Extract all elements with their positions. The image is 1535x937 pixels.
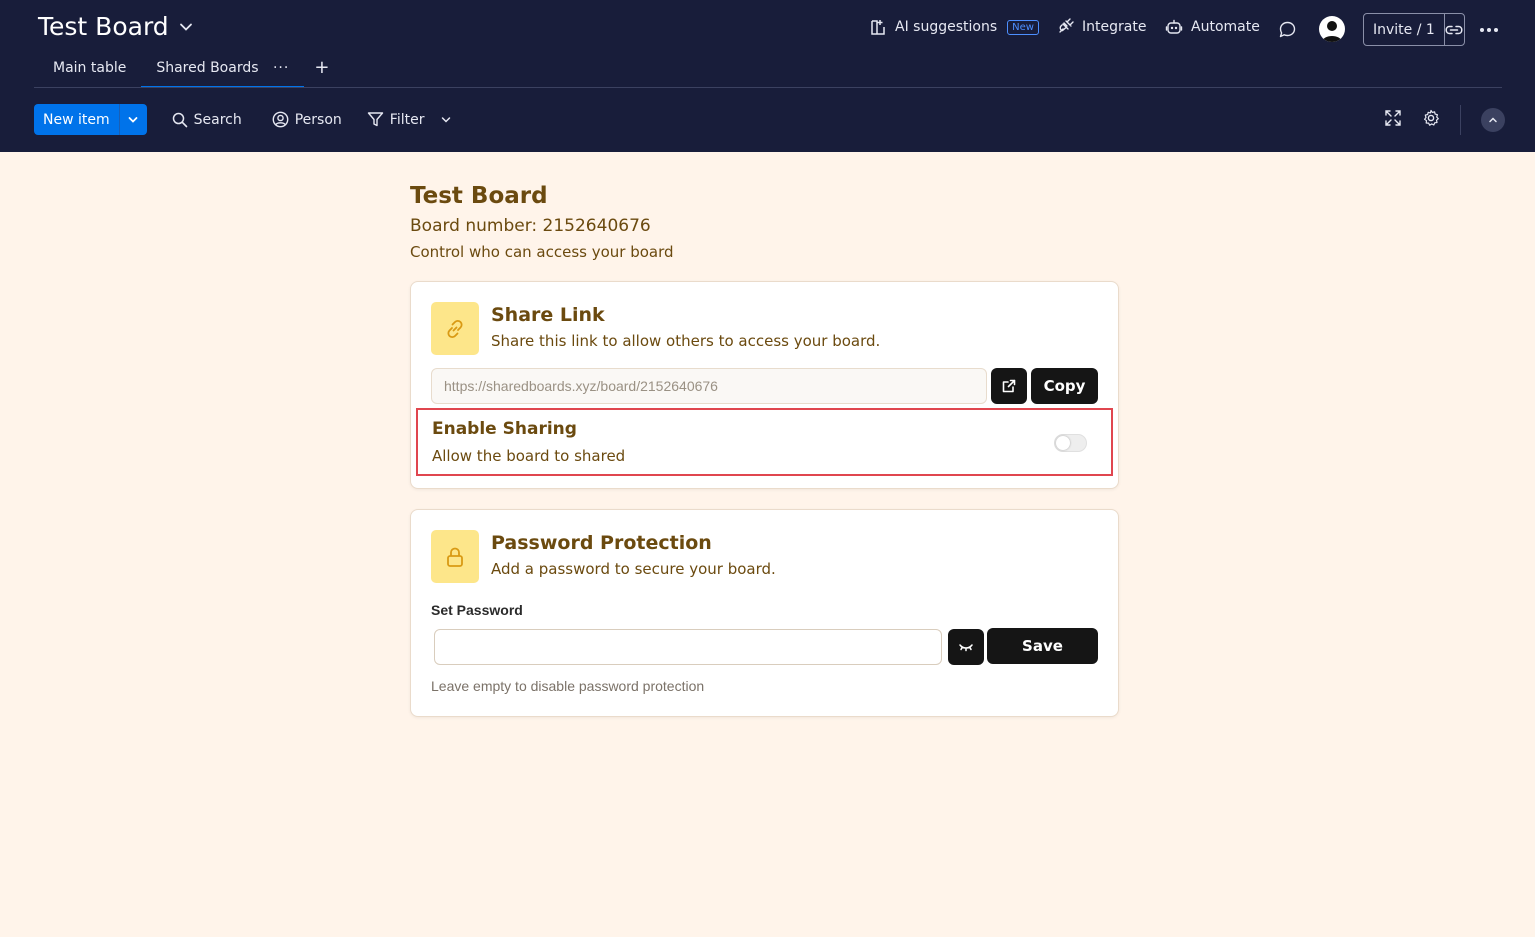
lock-icon xyxy=(447,547,463,567)
more-options-button[interactable] xyxy=(1477,20,1501,40)
avatar[interactable] xyxy=(1319,16,1345,42)
share-link-field[interactable]: https://sharedboards.xyz/board/215264067… xyxy=(431,368,987,404)
search-button[interactable]: Search xyxy=(172,112,242,128)
user-icon xyxy=(1322,21,1342,42)
new-item-dropdown[interactable] xyxy=(118,104,147,135)
filter-button[interactable]: Filter xyxy=(367,111,453,128)
password-hint: Leave empty to disable password protecti… xyxy=(431,678,705,694)
more-horizontal-icon xyxy=(1480,28,1498,32)
toggle-password-visibility-button[interactable] xyxy=(948,629,984,665)
chevron-down-icon xyxy=(128,116,138,123)
view-tabs: Main table Shared Boards ··· + xyxy=(38,58,329,88)
enable-sharing-toggle[interactable] xyxy=(1054,434,1087,452)
password-protection-title: Password Protection xyxy=(491,532,712,554)
tabs-divider xyxy=(34,87,1502,88)
plug-icon xyxy=(1059,18,1074,33)
chevron-up-icon xyxy=(1489,116,1497,122)
share-link-subtitle: Share this link to allow others to acces… xyxy=(491,332,881,350)
enable-sharing-title: Enable Sharing xyxy=(432,419,577,439)
invite-group: Invite / 1 xyxy=(1363,13,1465,46)
share-icon-tile xyxy=(431,302,479,355)
robot-icon xyxy=(1165,19,1183,34)
new-badge: New xyxy=(1007,19,1039,35)
filter-label: Filter xyxy=(389,111,425,128)
share-link-title: Share Link xyxy=(491,304,605,326)
automate-label: Automate xyxy=(1191,19,1260,35)
board-title: Test Board xyxy=(38,12,169,41)
search-label: Search xyxy=(193,111,242,128)
toolbar-right xyxy=(1384,104,1505,135)
board-number: Board number: 2152640676 xyxy=(410,216,651,236)
link-icon xyxy=(1445,25,1463,34)
add-view-button[interactable]: + xyxy=(314,58,329,78)
tab-shared-boards[interactable]: Shared Boards ··· xyxy=(141,58,305,88)
enable-sharing-subtitle: Allow the board to shared xyxy=(432,447,626,465)
chat-bubble-icon xyxy=(1279,21,1296,38)
password-protection-subtitle: Add a password to secure your board. xyxy=(491,560,776,578)
page-description: Control who can access your board xyxy=(410,243,674,261)
save-button[interactable]: Save xyxy=(987,628,1098,664)
gear-icon xyxy=(1424,109,1439,126)
ai-suggestions-label: AI suggestions xyxy=(895,19,998,35)
integrate-label: Integrate xyxy=(1082,18,1147,35)
search-icon xyxy=(172,112,187,127)
settings-button[interactable] xyxy=(1422,109,1440,131)
chevron-down-icon xyxy=(442,116,451,123)
set-password-label: Set Password xyxy=(431,602,523,618)
chevron-down-icon xyxy=(179,23,192,31)
filter-icon xyxy=(367,112,383,127)
expand-icon xyxy=(1385,109,1401,126)
open-link-button[interactable] xyxy=(991,368,1027,404)
ai-suggestions-button[interactable]: AI suggestions New xyxy=(869,18,1039,36)
tab-more-icon[interactable]: ··· xyxy=(273,60,289,76)
person-filter-button[interactable]: Person xyxy=(272,111,342,128)
new-item-group: New item xyxy=(34,104,147,135)
password-input[interactable] xyxy=(434,629,942,665)
password-protection-card: Password Protection Add a password to se… xyxy=(410,509,1119,717)
board-title-menu[interactable]: Test Board xyxy=(38,12,193,41)
share-link-card: Share Link Share this link to allow othe… xyxy=(410,281,1119,489)
ai-board-icon xyxy=(871,20,885,35)
updates-button[interactable] xyxy=(1277,19,1298,40)
new-item-button[interactable]: New item xyxy=(34,104,119,135)
toggle-knob xyxy=(1056,436,1070,450)
tab-label: Shared Boards xyxy=(156,60,259,76)
invite-button[interactable]: Invite / 1 xyxy=(1364,14,1445,45)
enable-sharing-row: Enable Sharing Allow the board to shared xyxy=(416,408,1113,476)
tab-label: Main table xyxy=(53,60,127,76)
toolbar-separator xyxy=(1460,104,1461,135)
copy-link-button[interactable] xyxy=(1445,14,1464,45)
link-icon xyxy=(447,319,463,338)
person-label: Person xyxy=(294,111,342,128)
copy-button[interactable]: Copy xyxy=(1031,368,1098,404)
person-circle-icon xyxy=(272,111,289,128)
automate-button[interactable]: Automate xyxy=(1165,18,1260,36)
tab-main-table[interactable]: Main table xyxy=(38,58,141,88)
eye-closed-icon xyxy=(959,644,973,652)
fullscreen-button[interactable] xyxy=(1384,109,1402,131)
lock-icon-tile xyxy=(431,530,479,583)
page-title: Test Board xyxy=(410,183,548,209)
board-toolbar: New item Search Person Filter xyxy=(34,104,452,135)
top-header: Test Board AI suggestions New Integrate … xyxy=(0,0,1535,152)
collapse-header-button[interactable] xyxy=(1481,107,1505,132)
shared-boards-header: Test Board Board number: 2152640676 Cont… xyxy=(410,181,1119,262)
external-link-icon xyxy=(1002,379,1016,393)
integrate-button[interactable]: Integrate xyxy=(1057,18,1146,35)
